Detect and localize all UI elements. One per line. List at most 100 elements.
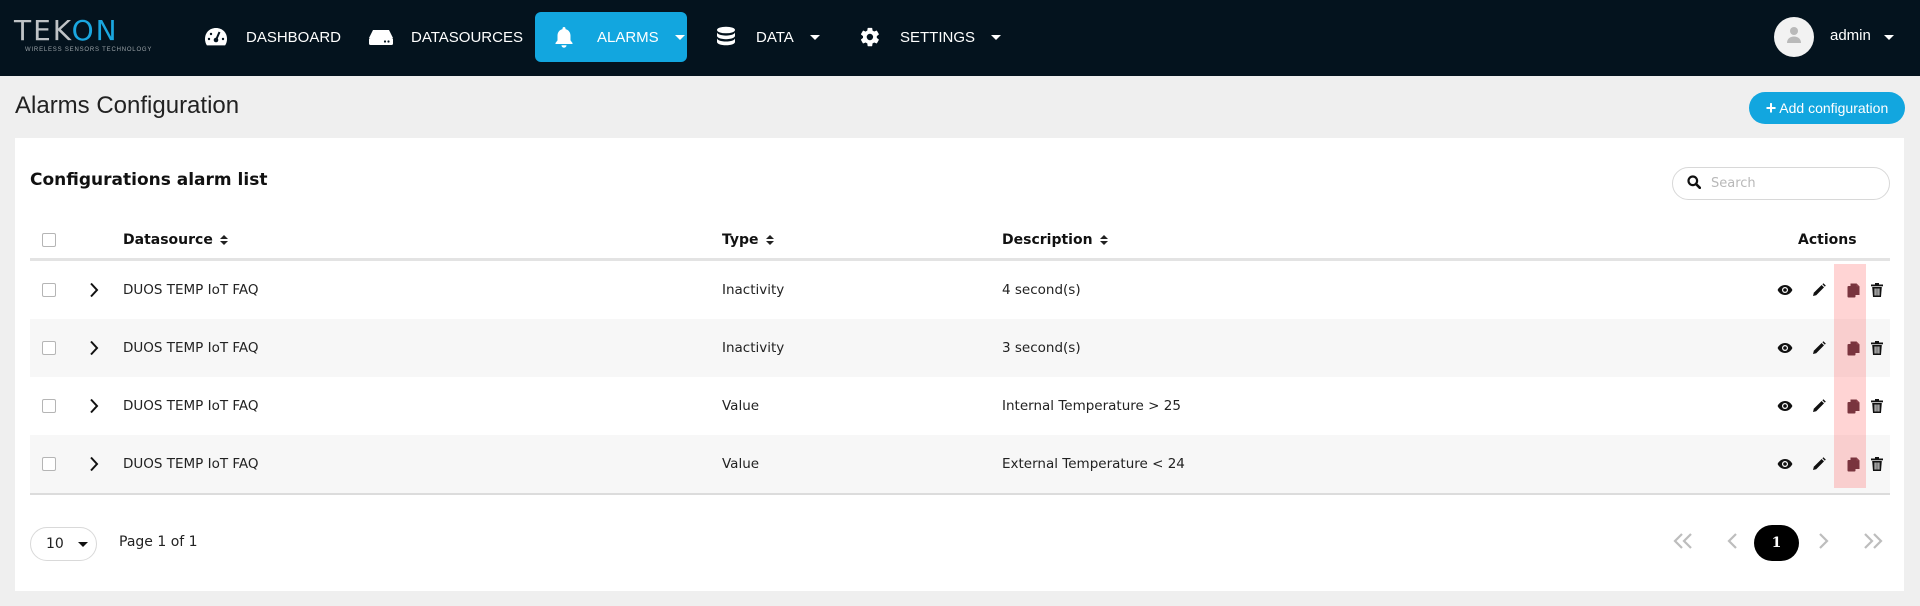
- page-button-current[interactable]: 1: [1754, 525, 1799, 561]
- cell-type: Inactivity: [722, 340, 785, 356]
- cell-type: Value: [722, 456, 760, 472]
- cell-datasource: DUOS TEMP IoT FAQ: [123, 282, 259, 298]
- cell-description: 3 second(s): [1002, 340, 1081, 356]
- add-configuration-label: Add configuration: [1779, 100, 1889, 116]
- copy-button[interactable]: [1842, 261, 1864, 319]
- column-datasource[interactable]: Datasource: [123, 222, 228, 258]
- gear-icon: [857, 24, 883, 50]
- edit-button[interactable]: [1808, 435, 1830, 493]
- previous-page-button[interactable]: [1722, 525, 1742, 561]
- trash-icon: [1871, 341, 1883, 355]
- nav-data[interactable]: DATA: [713, 12, 820, 62]
- nav-dashboard-label: DASHBOARD: [246, 28, 342, 46]
- eye-icon: [1777, 284, 1793, 296]
- view-button[interactable]: [1774, 261, 1796, 319]
- card-title: Configurations alarm list: [30, 170, 268, 190]
- view-button[interactable]: [1774, 435, 1796, 493]
- table-header: Datasource Type Description Actions: [30, 222, 1890, 261]
- nav-datasources[interactable]: DATASOURCES: [368, 12, 523, 62]
- table-row[interactable]: DUOS TEMP IoT FAQ Inactivity 3 second(s): [30, 319, 1890, 377]
- view-button[interactable]: [1774, 377, 1796, 435]
- page-info: Page 1 of 1: [119, 534, 198, 550]
- search-box[interactable]: [1672, 167, 1890, 200]
- column-actions: Actions: [1798, 232, 1857, 248]
- nav-settings-label: SETTINGS: [900, 28, 976, 46]
- nav-alarms[interactable]: ALARMS: [535, 12, 687, 62]
- edit-button[interactable]: [1808, 319, 1830, 377]
- nav-dashboard[interactable]: DASHBOARD: [203, 12, 341, 62]
- chevron-down-icon: [809, 34, 820, 40]
- row-checkbox[interactable]: [42, 341, 56, 355]
- delete-button[interactable]: [1866, 435, 1888, 493]
- delete-button[interactable]: [1866, 261, 1888, 319]
- first-page-button[interactable]: [1668, 525, 1698, 561]
- gauge-icon: [203, 24, 229, 50]
- nav-settings[interactable]: SETTINGS: [857, 12, 1002, 62]
- sort-icon: [765, 235, 774, 245]
- chevron-right-icon[interactable]: [86, 398, 102, 414]
- row-checkbox[interactable]: [42, 399, 56, 413]
- copy-button[interactable]: [1842, 435, 1864, 493]
- next-page-button[interactable]: [1814, 525, 1834, 561]
- select-all-checkbox[interactable]: [42, 233, 56, 247]
- eye-icon: [1777, 458, 1793, 470]
- bell-icon: [551, 24, 577, 50]
- table-body: DUOS TEMP IoT FAQ Inactivity 4 second(s) DU…: [30, 261, 1890, 493]
- cell-datasource: DUOS TEMP IoT FAQ: [123, 456, 259, 472]
- copy-button[interactable]: [1842, 319, 1864, 377]
- chevron-right-icon[interactable]: [86, 340, 102, 356]
- pencil-icon: [1812, 283, 1826, 297]
- edit-button[interactable]: [1808, 377, 1830, 435]
- cell-type: Value: [722, 398, 760, 414]
- user-menu-name[interactable]: admin: [1830, 27, 1871, 44]
- edit-button[interactable]: [1808, 261, 1830, 319]
- table-row[interactable]: DUOS TEMP IoT FAQ Value External Temperatu…: [30, 435, 1890, 493]
- page-size-select[interactable]: 10: [30, 527, 97, 561]
- delete-button[interactable]: [1866, 319, 1888, 377]
- brand-logo[interactable]: TEKON WIRELESS SENSORS TECHNOLOGY: [14, 16, 151, 56]
- row-checkbox[interactable]: [42, 457, 56, 471]
- search-input[interactable]: [1711, 176, 1871, 191]
- plus-icon: +: [1765, 98, 1777, 118]
- page-title: Alarms Configuration: [15, 92, 240, 119]
- chevron-left-icon: [1726, 532, 1738, 554]
- chevron-down-icon: [991, 34, 1002, 40]
- copy-icon: [1847, 457, 1860, 472]
- brand-name-prefix: TEK: [14, 14, 72, 47]
- chevron-down-icon: [77, 541, 88, 547]
- eye-icon: [1777, 400, 1793, 412]
- cell-datasource: DUOS TEMP IoT FAQ: [123, 398, 259, 414]
- chevron-right-icon[interactable]: [86, 456, 102, 472]
- copy-icon: [1847, 399, 1860, 414]
- copy-button[interactable]: [1842, 377, 1864, 435]
- pencil-icon: [1812, 341, 1826, 355]
- alarm-config-card: Configurations alarm list Datasource Typ…: [15, 138, 1904, 591]
- last-page-button[interactable]: [1858, 525, 1888, 561]
- sort-icon: [219, 235, 228, 245]
- column-type[interactable]: Type: [722, 222, 774, 258]
- table-row[interactable]: DUOS TEMP IoT FAQ Value Internal Temperatu…: [30, 377, 1890, 435]
- nav-datasources-label: DATASOURCES: [411, 28, 523, 46]
- add-configuration-button[interactable]: + Add configuration: [1749, 92, 1905, 124]
- copy-icon: [1847, 341, 1860, 356]
- avatar[interactable]: [1774, 17, 1814, 57]
- trash-icon: [1871, 399, 1883, 413]
- cell-description: External Temperature < 24: [1002, 456, 1185, 472]
- sort-icon: [1099, 235, 1108, 245]
- row-checkbox[interactable]: [42, 283, 56, 297]
- table-row[interactable]: DUOS TEMP IoT FAQ Inactivity 4 second(s): [30, 261, 1890, 319]
- table-bottom-border: [30, 493, 1890, 495]
- pencil-icon: [1812, 399, 1826, 413]
- chevron-right-icon[interactable]: [86, 282, 102, 298]
- database-icon: [713, 24, 739, 50]
- view-button[interactable]: [1774, 319, 1796, 377]
- column-description[interactable]: Description: [1002, 222, 1108, 258]
- pencil-icon: [1812, 457, 1826, 471]
- nav-data-label: DATA: [756, 28, 794, 46]
- cell-datasource: DUOS TEMP IoT FAQ: [123, 340, 259, 356]
- page-size-value: 10: [46, 536, 64, 552]
- user-icon: [1786, 26, 1802, 48]
- chevron-right-icon: [1818, 532, 1830, 554]
- chevron-down-icon[interactable]: [1884, 35, 1894, 40]
- delete-button[interactable]: [1866, 377, 1888, 435]
